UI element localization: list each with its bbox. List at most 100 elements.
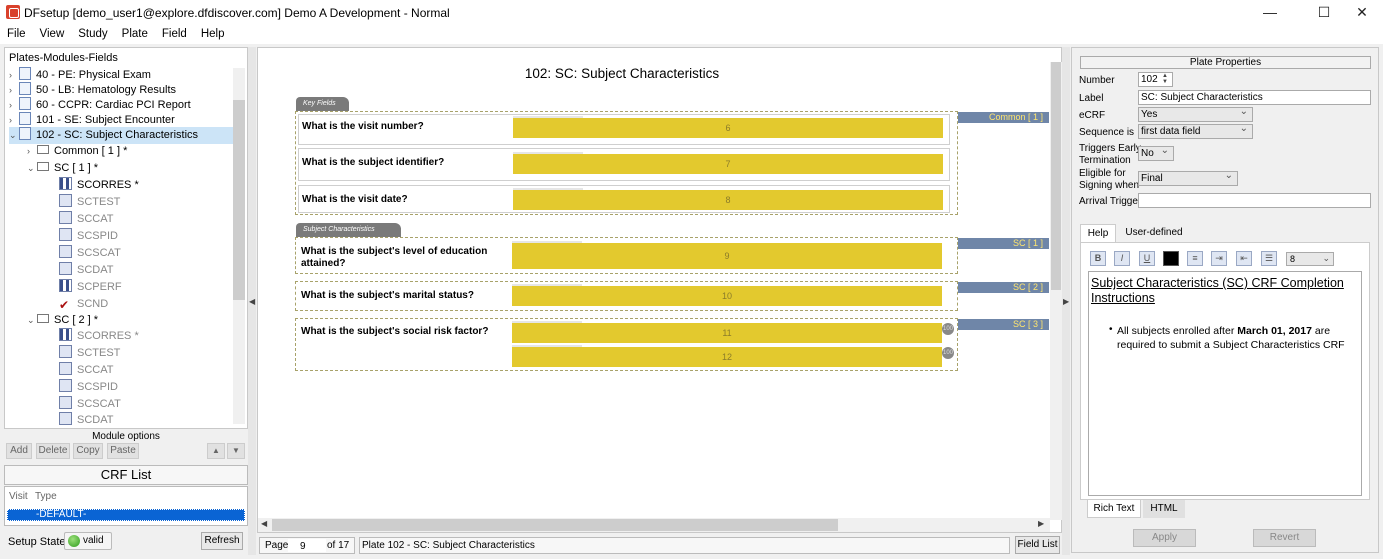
help-text-editor[interactable]: Subject Characteristics (SC) CRF Complet…: [1088, 271, 1362, 496]
revert-button[interactable]: Revert: [1253, 529, 1316, 547]
question-visit-number[interactable]: What is the visit number? 6: [298, 114, 950, 145]
field-list-button[interactable]: Field List: [1015, 536, 1060, 554]
data-field-9[interactable]: 9: [512, 241, 942, 269]
number-spinbox[interactable]: 102 ▲ ▼: [1138, 72, 1173, 87]
tree-field-scdat[interactable]: SCDAT: [59, 262, 235, 279]
tree-field-sccat[interactable]: SCCAT: [59, 211, 235, 228]
chevron-down-icon[interactable]: ⌄: [27, 312, 37, 329]
key-fields-group[interactable]: What is the visit number? 6 What is the …: [295, 111, 958, 215]
data-field-8[interactable]: 8: [513, 188, 943, 210]
sc1-group[interactable]: What is the subject's level of education…: [295, 237, 958, 274]
tree-field-scnd[interactable]: ✔ SCND: [59, 296, 235, 313]
underline-icon[interactable]: U: [1139, 251, 1155, 266]
tree-field-sctest-2[interactable]: SCTEST: [59, 345, 235, 362]
move-up-button[interactable]: ▲: [207, 443, 225, 459]
close-button[interactable]: ✕: [1339, 0, 1383, 24]
sc2-group[interactable]: What is the subject's marital status? 10: [295, 281, 958, 311]
eligible-select[interactable]: Final: [1138, 169, 1238, 186]
tree-field-scspid-2[interactable]: SCSPID: [59, 379, 235, 396]
question-label: What is the subject's level of education…: [301, 246, 488, 269]
sc3-group[interactable]: What is the subject's social risk factor…: [295, 318, 958, 371]
bold-icon[interactable]: B: [1090, 251, 1106, 266]
menu-plate[interactable]: Plate: [115, 24, 155, 44]
tree-field-scspid[interactable]: SCSPID: [59, 228, 235, 245]
help-heading: Subject Characteristics (SC) CRF Complet…: [1091, 276, 1344, 305]
chevron-down-icon[interactable]: ⌄: [9, 127, 19, 144]
tree-field-scorres-2[interactable]: SCORRES *: [59, 328, 235, 345]
plate-icon: [19, 67, 31, 80]
tree-module-common[interactable]: › Common [ 1 ] *: [27, 143, 235, 160]
triggers-select[interactable]: No: [1138, 144, 1174, 161]
tree-field-scorres[interactable]: SCORRES *: [59, 177, 235, 194]
collapse-left-icon[interactable]: ◀: [249, 297, 255, 306]
menu-field[interactable]: Field: [155, 24, 194, 44]
spin-arrows-icon[interactable]: ▲ ▼: [1162, 73, 1171, 85]
tree-module-sc1[interactable]: ⌄ SC [ 1 ] *: [27, 160, 235, 177]
paste-button[interactable]: Paste: [107, 443, 139, 459]
page-number-input[interactable]: 9: [288, 539, 326, 552]
tree-scrollbar[interactable]: [233, 68, 245, 424]
tree-module-sc2[interactable]: ⌄ SC [ 2 ] *: [27, 312, 235, 329]
crf-list-row[interactable]: -DEFAULT-: [7, 509, 245, 521]
text-color-icon[interactable]: [1163, 251, 1179, 266]
module-tag-sc3[interactable]: SC [ 3 ]: [958, 319, 1049, 330]
tab-rich-text[interactable]: Rich Text: [1087, 500, 1141, 518]
plate-vertical-thumb[interactable]: [1051, 62, 1061, 290]
tree-field-sccat-2[interactable]: SCCAT: [59, 362, 235, 379]
data-field-6[interactable]: 6: [513, 116, 943, 138]
right-splitter[interactable]: ▶: [1062, 47, 1070, 555]
field-option-icon[interactable]: 100: [942, 323, 954, 335]
tree-field-sctest[interactable]: SCTEST: [59, 194, 235, 211]
menu-file[interactable]: File: [0, 24, 33, 44]
refresh-button[interactable]: Refresh: [201, 532, 243, 550]
menu-view[interactable]: View: [33, 24, 72, 44]
chevron-down-icon[interactable]: ⌄: [27, 160, 37, 177]
data-field-10[interactable]: 10: [512, 284, 942, 306]
data-field-12[interactable]: 12: [512, 345, 942, 367]
align-icon[interactable]: ≡: [1187, 251, 1203, 266]
module-tag-sc1[interactable]: SC [ 1 ]: [958, 238, 1049, 249]
plate-horizontal-scrollbar[interactable]: ◀ ▶: [258, 518, 1050, 532]
indent-icon[interactable]: ⇥: [1211, 251, 1227, 266]
italic-icon[interactable]: I: [1114, 251, 1130, 266]
ecrf-select[interactable]: Yes: [1138, 105, 1253, 122]
field-option-icon[interactable]: 100: [942, 347, 954, 359]
copy-button[interactable]: Copy: [73, 443, 103, 459]
data-field-11[interactable]: 11: [512, 321, 942, 343]
tab-html[interactable]: HTML: [1143, 500, 1185, 518]
plate-horizontal-thumb[interactable]: [272, 519, 838, 531]
list-icon[interactable]: ☰: [1261, 251, 1277, 266]
plate-vertical-scrollbar[interactable]: [1050, 62, 1062, 520]
module-tag-sc2[interactable]: SC [ 2 ]: [958, 282, 1049, 293]
module-tag-common[interactable]: Common [ 1 ]: [958, 112, 1049, 123]
tree-plate-102[interactable]: ⌄ 102 - SC: Subject Characteristics: [9, 127, 235, 144]
minimize-button[interactable]: —: [1247, 0, 1293, 24]
apply-button[interactable]: Apply: [1133, 529, 1196, 547]
question-subject-id[interactable]: What is the subject identifier? 7: [298, 148, 950, 181]
question-visit-date[interactable]: What is the visit date? 8: [298, 185, 950, 213]
scroll-left-icon[interactable]: ◀: [261, 519, 267, 528]
menu-study[interactable]: Study: [71, 24, 114, 44]
move-down-button[interactable]: ▼: [227, 443, 245, 459]
delete-button[interactable]: Delete: [36, 443, 70, 459]
add-button[interactable]: Add: [6, 443, 32, 459]
tab-help[interactable]: Help: [1080, 224, 1116, 242]
collapse-right-icon[interactable]: ▶: [1063, 297, 1069, 306]
data-field-7[interactable]: 7: [513, 152, 943, 174]
chevron-right-icon[interactable]: ›: [27, 143, 37, 160]
arrival-trigger-input[interactable]: [1138, 193, 1371, 208]
tree-field-scperf[interactable]: SCPERF: [59, 279, 235, 296]
label-input[interactable]: SC: Subject Characteristics: [1138, 90, 1371, 105]
outdent-icon[interactable]: ⇤: [1236, 251, 1252, 266]
sequence-select[interactable]: first data field: [1138, 122, 1253, 139]
tree-field-scscat[interactable]: SCSCAT: [59, 245, 235, 262]
font-size-select[interactable]: 8 ⌄: [1286, 252, 1334, 266]
menu-help[interactable]: Help: [194, 24, 232, 44]
chevron-down-icon: ⌄: [1322, 253, 1330, 263]
tab-user-defined[interactable]: User-defined: [1120, 224, 1188, 242]
tree-scroll-thumb[interactable]: [233, 100, 245, 300]
scroll-right-icon[interactable]: ▶: [1038, 519, 1044, 528]
tree-field-scdat-2[interactable]: SCDAT: [59, 412, 235, 429]
tree-field-scscat-2[interactable]: SCSCAT: [59, 396, 235, 413]
left-splitter[interactable]: ◀: [248, 47, 256, 555]
